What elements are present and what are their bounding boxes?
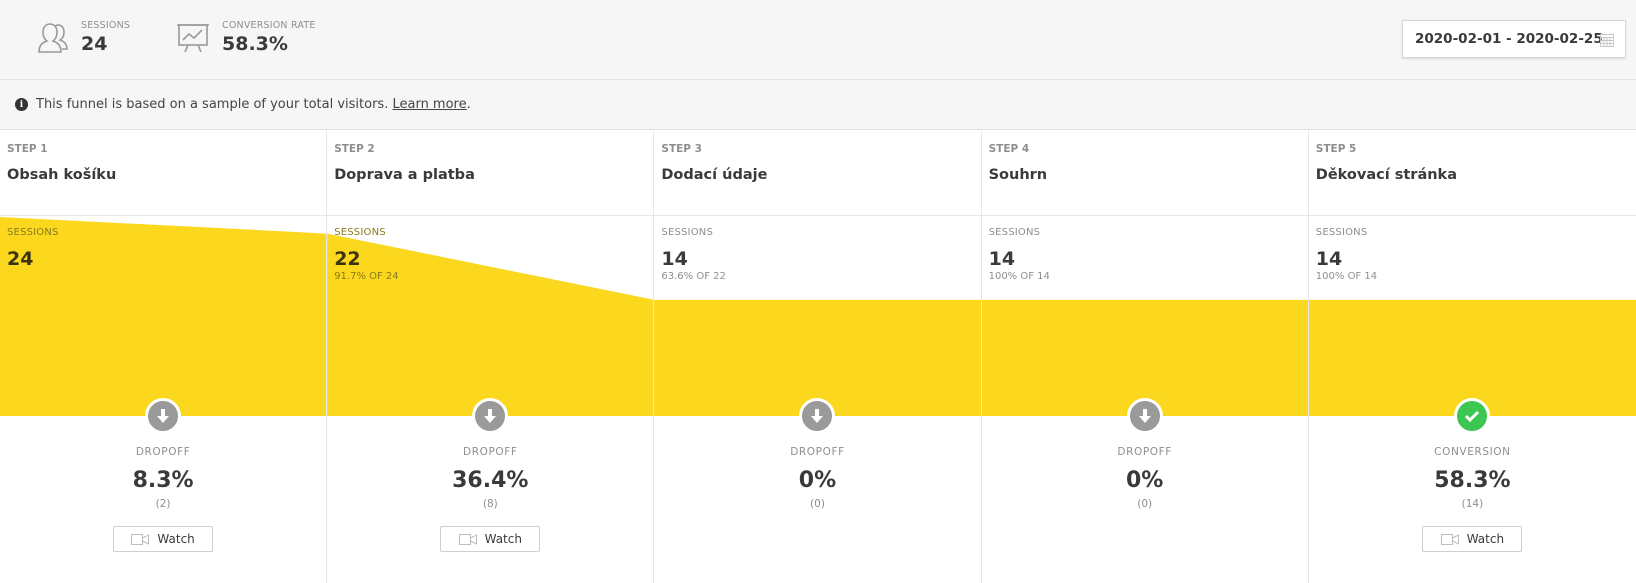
watch-button[interactable]: Watch [1422,526,1523,552]
step-sessions-label: SESSIONS [334,227,386,238]
step-badge [799,398,836,434]
step-outcome-rate: 36.4% [452,468,529,493]
sessions-kpi: SESSIONS 24 [35,20,130,56]
step-outcome-count: (0) [1137,498,1153,510]
arrow-down-icon [811,409,824,423]
step-badge [1454,398,1491,434]
info-icon: i [15,98,28,111]
step-header: STEP 1 Obsah košíku [0,131,327,216]
step-outcome-count: (0) [810,498,825,510]
step-sessions-label: SESSIONS [7,227,59,238]
step-badge [145,398,182,434]
step-badge [1126,398,1163,434]
step-title: Souhrn [988,167,1048,183]
step-badge [472,398,509,434]
funnel-step-3: STEP 3 Dodací údaje SESSIONS 14 63.6% OF… [654,131,982,583]
watch-label: Watch [1466,532,1505,546]
checkmark-icon [1465,410,1480,423]
funnel-chart: STEP 1 Obsah košíku SESSIONS 24 DROPOFF … [0,131,1636,583]
step-number: STEP 2 [334,143,375,155]
users-icon [38,23,68,53]
step-sessions-percent: 100% OF 14 [1315,271,1378,282]
step-sessions-percent: 100% OF 14 [988,271,1050,282]
step-sessions-label: SESSIONS [1315,227,1368,238]
step-outcome-rate: 0% [798,468,837,493]
funnel-step-4: STEP 4 Souhrn SESSIONS 14 100% OF 14 DRO… [981,131,1309,583]
date-range-picker[interactable]: 2020-02-01 - 2020-02-25 [1402,20,1626,58]
step-title: Děkovací stránka [1315,167,1457,183]
step-sessions: SESSIONS 14 100% OF 14 [989,227,1050,282]
step-outcome: DROPOFF 0% (0) [982,398,1308,510]
step-sessions-value: 14 [1315,248,1343,270]
step-number: STEP 5 [1315,143,1357,155]
step-number: STEP 1 [7,143,48,155]
step-sessions: SESSIONS 14 63.6% OF 22 [661,227,725,282]
watch-button[interactable]: Watch [113,526,214,552]
presentation-chart-icon [177,24,209,53]
step-outcome: CONVERSION 58.3% (14) Watch [1309,398,1636,552]
calendar-icon [1600,33,1614,47]
video-camera-icon [1440,533,1459,545]
step-number: STEP 3 [661,143,702,155]
funnel-step-5: STEP 5 Děkovací stránka SESSIONS 14 100%… [1308,131,1636,583]
step-outcome-label: DROPOFF [790,446,845,458]
step-sessions-value: 14 [661,248,688,270]
step-outcome-rate: 58.3% [1434,468,1511,493]
conversion-rate-kpi: CONVERSION RATE 58.3% [176,20,316,56]
conversion-rate-kpi-label: CONVERSION RATE [222,20,316,31]
watch-button[interactable]: Watch [440,526,541,552]
step-sessions: SESSIONS 24 [7,227,59,271]
arrow-down-icon [484,409,497,423]
step-header: STEP 5 Děkovací stránka [1308,131,1636,216]
step-header: STEP 4 Souhrn [981,131,1308,216]
step-sessions-percent: 91.7% OF 24 [334,271,399,282]
step-sessions-value: 14 [988,248,1016,270]
learn-more-link[interactable]: Learn more [392,97,466,112]
step-outcome-label: DROPOFF [463,446,518,458]
step-outcome: DROPOFF 0% (0) [654,398,980,510]
step-outcome-count: (8) [482,498,498,510]
summary-bar: SESSIONS 24 CONVERSION RATE 58.3% 2020-0… [0,0,1636,80]
step-sessions: SESSIONS 14 100% OF 14 [1316,227,1377,282]
video-camera-icon [131,533,150,545]
step-outcome: DROPOFF 8.3% (2) Watch [0,398,326,552]
step-sessions-label: SESSIONS [661,227,714,238]
step-outcome-label: DROPOFF [135,446,191,458]
step-header: STEP 3 Dodací údaje [654,131,981,216]
sample-notice: i This funnel is based on a sample of yo… [0,80,1636,130]
video-camera-icon [458,533,477,545]
sessions-kpi-value: 24 [81,33,108,55]
step-number: STEP 4 [988,143,1030,155]
notice-text: This funnel is based on a sample of your… [36,97,389,112]
step-title: Dodací údaje [661,167,768,183]
watch-label: Watch [484,532,522,546]
step-sessions-value: 22 [334,248,361,270]
step-outcome-label: DROPOFF [1117,446,1172,458]
date-range-value: 2020-02-01 - 2020-02-25 [1415,31,1603,47]
conversion-rate-kpi-value: 58.3% [222,33,288,55]
step-sessions-value: 24 [7,248,34,270]
arrow-down-icon [157,409,170,423]
step-outcome-count: (14) [1461,498,1484,510]
funnel-step-2: STEP 2 Doprava a platba SESSIONS 22 91.7… [327,131,655,583]
step-sessions-percent: 63.6% OF 22 [661,271,726,282]
step-title: Doprava a platba [334,167,475,183]
step-sessions: SESSIONS 22 91.7% OF 24 [334,227,398,282]
step-outcome-rate: 8.3% [132,468,194,493]
notice-suffix: . [466,97,471,112]
sessions-kpi-label: SESSIONS [81,20,131,31]
step-outcome: DROPOFF 36.4% (8) Watch [327,398,653,552]
step-outcome-count: (2) [155,498,171,510]
step-outcome-label: CONVERSION [1434,446,1511,458]
step-title: Obsah košíku [7,167,117,183]
step-outcome-rate: 0% [1126,468,1164,493]
step-sessions-label: SESSIONS [988,227,1041,238]
funnel-step-1: STEP 1 Obsah košíku SESSIONS 24 DROPOFF … [0,131,328,583]
watch-label: Watch [157,532,195,546]
step-header: STEP 2 Doprava a platba [327,131,654,216]
arrow-down-icon [1138,409,1151,423]
